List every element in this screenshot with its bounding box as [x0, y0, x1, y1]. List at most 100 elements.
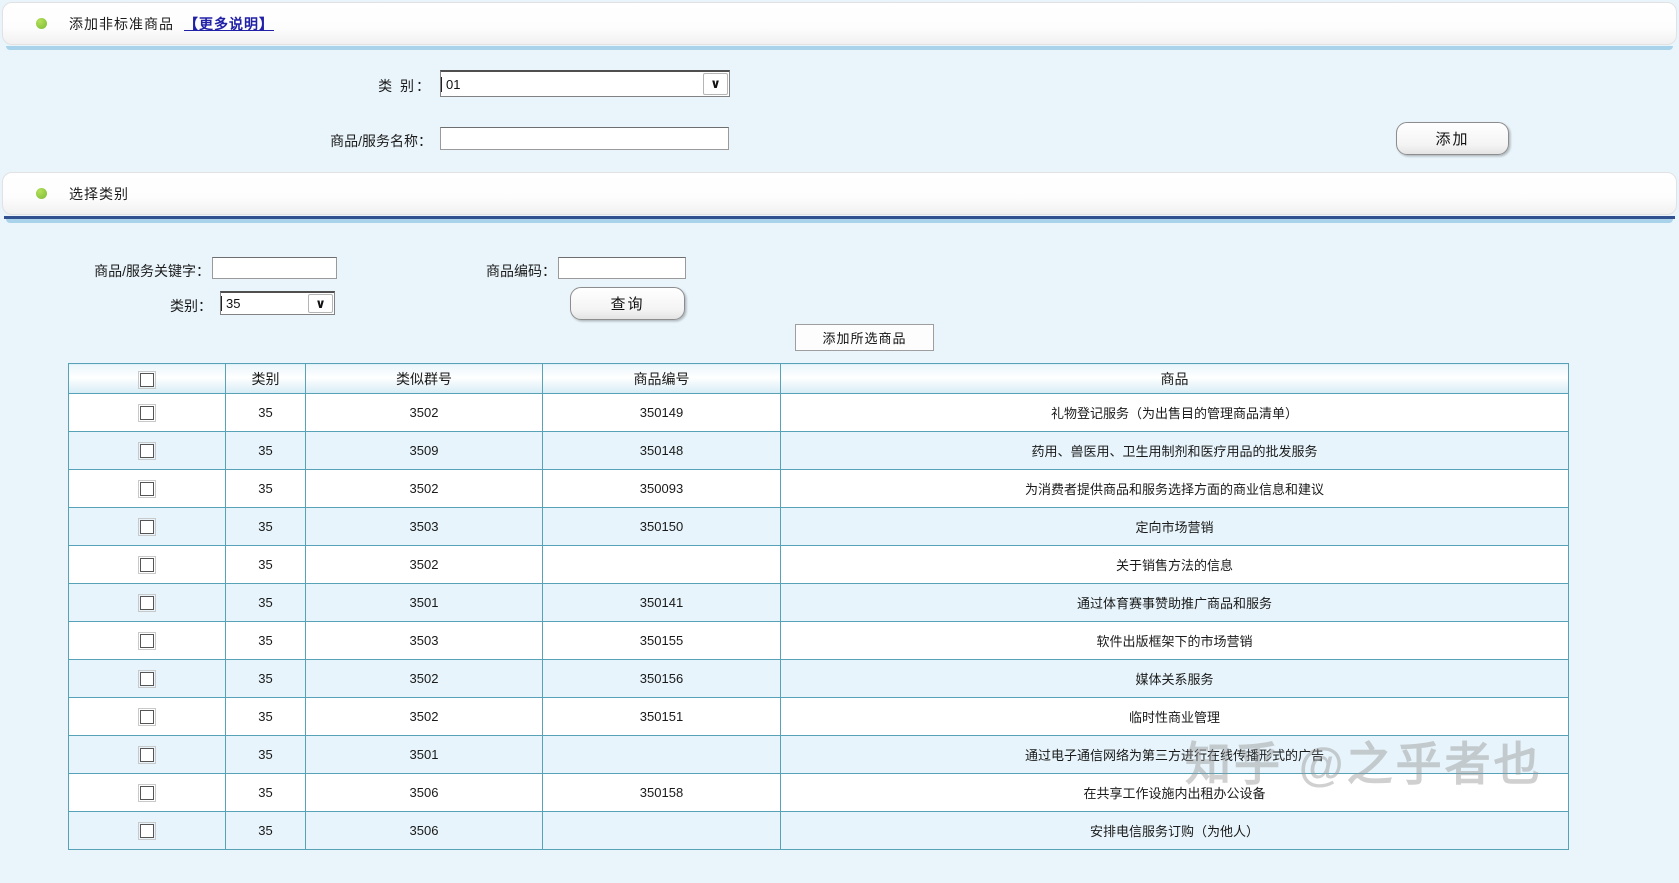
row-checkbox[interactable] [140, 748, 154, 762]
row-category: 35 [226, 470, 306, 508]
row-category: 35 [226, 698, 306, 736]
row-group: 3502 [306, 470, 543, 508]
table-row: 35 3502 350156 媒体关系服务 [69, 660, 1569, 698]
table-row: 35 3503 350155 软件出版框架下的市场营销 [69, 622, 1569, 660]
row-checkbox[interactable] [140, 710, 154, 724]
col-header-category: 类别 [226, 364, 306, 394]
green-bullet-icon [36, 18, 47, 29]
row-checkbox-cell [69, 394, 226, 432]
keyword-input[interactable] [212, 257, 337, 279]
row-group: 3501 [306, 736, 543, 774]
product-name-input[interactable] [440, 127, 729, 150]
table-row: 35 3502 350093 为消费者提供商品和服务选择方面的商业信息和建议 [69, 470, 1569, 508]
table-row: 35 3501 通过电子通信网络为第三方进行在线传播形式的广告 [69, 736, 1569, 774]
add-selected-button[interactable]: 添加所选商品 [795, 324, 934, 351]
row-group: 3501 [306, 584, 543, 622]
row-checkbox-cell [69, 736, 226, 774]
row-checkbox[interactable] [140, 634, 154, 648]
product-name-label: 商品/服务名称： [280, 131, 432, 151]
row-product: 为消费者提供商品和服务选择方面的商业信息和建议 [781, 470, 1569, 508]
row-product: 临时性商业管理 [781, 698, 1569, 736]
row-group: 3502 [306, 660, 543, 698]
green-bullet-icon [36, 188, 47, 199]
table-row: 35 3502 350149 礼物登记服务（为出售目的管理商品清单） [69, 394, 1569, 432]
row-checkbox[interactable] [140, 596, 154, 610]
row-code: 350141 [543, 584, 781, 622]
product-code-label: 商品编码： [456, 261, 556, 281]
row-category: 35 [226, 622, 306, 660]
row-group: 3502 [306, 394, 543, 432]
row-product: 关于销售方法的信息 [781, 546, 1569, 584]
row-category: 35 [226, 584, 306, 622]
more-info-link[interactable]: 【更多说明】 [184, 14, 274, 34]
row-checkbox[interactable] [140, 672, 154, 686]
section-select-category: 选择类别 [2, 172, 1677, 215]
row-checkbox[interactable] [140, 786, 154, 800]
row-checkbox-cell [69, 660, 226, 698]
row-checkbox[interactable] [140, 482, 154, 496]
table-row: 35 3509 350148 药用、兽医用、卫生用制剂和医疗用品的批发服务 [69, 432, 1569, 470]
row-checkbox-cell [69, 470, 226, 508]
section2-title: 选择类别 [69, 184, 129, 204]
page: 添加非标准商品 【更多说明】 类 别： 01 ∨ 商品/服务名称： 添加 选择类… [0, 0, 1679, 883]
query-button[interactable]: 查询 [570, 287, 685, 320]
row-category: 35 [226, 546, 306, 584]
chevron-down-icon: ∨ [703, 73, 728, 95]
row-category: 35 [226, 394, 306, 432]
row-group: 3506 [306, 812, 543, 850]
row-checkbox-cell [69, 698, 226, 736]
section2-divider-light [6, 219, 1673, 223]
row-product: 通过电子通信网络为第三方进行在线传播形式的广告 [781, 736, 1569, 774]
table-row: 35 3506 350158 在共享工作设施内出租办公设备 [69, 774, 1569, 812]
row-checkbox[interactable] [140, 406, 154, 420]
category-select[interactable]: 01 ∨ [440, 70, 730, 97]
row-group: 3503 [306, 622, 543, 660]
row-code: 350151 [543, 698, 781, 736]
row-checkbox-cell [69, 812, 226, 850]
row-checkbox[interactable] [140, 444, 154, 458]
row-product: 通过体育赛事赞助推广商品和服务 [781, 584, 1569, 622]
row-checkbox-cell [69, 774, 226, 812]
row-category: 35 [226, 736, 306, 774]
row-code [543, 736, 781, 774]
row-checkbox[interactable] [140, 520, 154, 534]
col-header-code: 商品编号 [543, 364, 781, 394]
row-code: 350093 [543, 470, 781, 508]
product-table-body: 35 3502 350149 礼物登记服务（为出售目的管理商品清单） 35 35… [69, 394, 1569, 850]
row-checkbox[interactable] [140, 558, 154, 572]
row-product: 药用、兽医用、卫生用制剂和医疗用品的批发服务 [781, 432, 1569, 470]
product-table: 类别 类似群号 商品编号 商品 35 3502 350149 礼物登记服务（为出… [68, 363, 1569, 850]
product-code-input[interactable] [558, 257, 686, 279]
col-header-product: 商品 [781, 364, 1569, 394]
category2-select[interactable]: 35 ∨ [220, 291, 335, 315]
section1-divider [6, 46, 1673, 50]
row-checkbox[interactable] [140, 824, 154, 838]
row-category: 35 [226, 508, 306, 546]
row-checkbox-cell [69, 508, 226, 546]
row-group: 3502 [306, 546, 543, 584]
select-all-cell [69, 364, 226, 394]
row-category: 35 [226, 660, 306, 698]
row-group: 3506 [306, 774, 543, 812]
row-category: 35 [226, 774, 306, 812]
category-label: 类 别： [300, 76, 432, 96]
row-code: 350158 [543, 774, 781, 812]
table-header-row: 类别 类似群号 商品编号 商品 [69, 364, 1569, 394]
row-product: 安排电信服务订购（为他人） [781, 812, 1569, 850]
row-product: 软件出版框架下的市场营销 [781, 622, 1569, 660]
row-group: 3503 [306, 508, 543, 546]
row-code: 350148 [543, 432, 781, 470]
select-all-checkbox[interactable] [140, 373, 154, 387]
row-checkbox-cell [69, 584, 226, 622]
row-checkbox-cell [69, 622, 226, 660]
row-product: 定向市场营销 [781, 508, 1569, 546]
add-button[interactable]: 添加 [1396, 122, 1509, 155]
row-code: 350150 [543, 508, 781, 546]
row-checkbox-cell [69, 546, 226, 584]
row-product: 礼物登记服务（为出售目的管理商品清单） [781, 394, 1569, 432]
category-select-value: 01 [441, 77, 702, 92]
row-code: 350149 [543, 394, 781, 432]
row-product: 在共享工作设施内出租办公设备 [781, 774, 1569, 812]
row-category: 35 [226, 812, 306, 850]
col-header-group: 类似群号 [306, 364, 543, 394]
